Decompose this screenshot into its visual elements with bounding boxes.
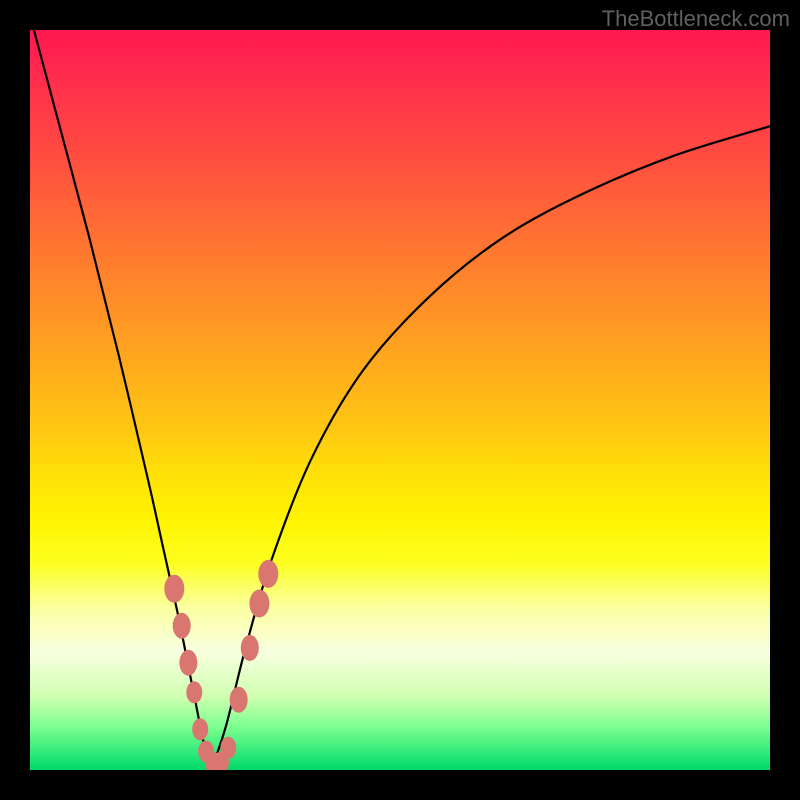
highlight-dot [249, 590, 269, 618]
highlight-dot [192, 718, 208, 740]
curve-layer [30, 30, 770, 770]
highlight-dot [258, 560, 278, 588]
plot-area [30, 30, 770, 770]
highlight-dot [179, 650, 197, 676]
highlight-dot [241, 635, 259, 661]
highlight-dot [173, 613, 191, 639]
right-branch-curve [211, 126, 770, 770]
watermark-text: TheBottleneck.com [602, 6, 790, 32]
highlight-dot [186, 681, 202, 703]
highlight-dot [230, 687, 248, 713]
highlight-dot [164, 575, 184, 603]
chart-stage: TheBottleneck.com [0, 0, 800, 800]
highlight-dot [220, 737, 236, 759]
